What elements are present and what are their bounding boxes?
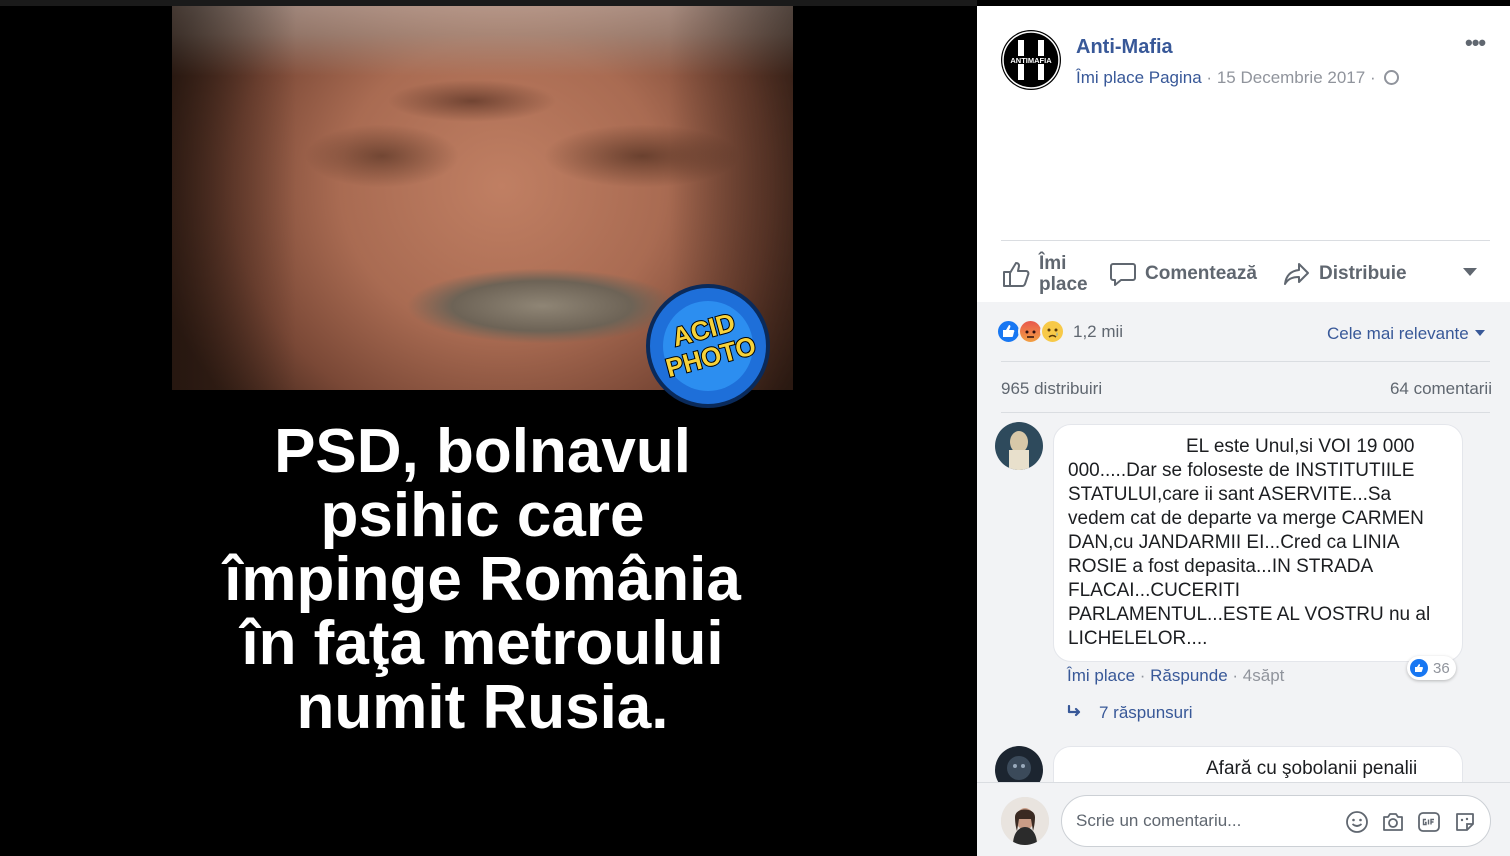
comment-composer — [977, 782, 1510, 856]
comment-reply-link[interactable]: Răspunde — [1150, 666, 1228, 685]
like-button[interactable]: Îmi place — [1001, 246, 1099, 301]
comment-text: Afară cu şobolanii penalii — [1206, 758, 1418, 779]
sort-chevron-icon — [1474, 330, 1485, 336]
view-replies-link[interactable]: 7 răspunsuri — [1067, 703, 1193, 723]
comment-icon — [1110, 262, 1136, 286]
like-reaction-icon — [1410, 659, 1428, 677]
share-count[interactable]: 965 distribuiri — [1001, 379, 1102, 399]
meta-separator: · — [1206, 68, 1213, 87]
comment-label: Comentează — [1145, 262, 1257, 284]
share-label: Distribuie — [1319, 262, 1407, 284]
caption-line: psihic care — [320, 481, 645, 550]
user-avatar[interactable] — [1001, 797, 1049, 845]
comment-sort-selector[interactable]: Cele mai relevante — [1327, 324, 1485, 344]
reply-arrow-icon — [1067, 704, 1081, 717]
divider — [1001, 361, 1490, 362]
comment-count[interactable]: 64 comentarii — [1390, 379, 1492, 399]
chevron-down-icon[interactable] — [1463, 268, 1477, 276]
caption-line: PSD, bolnavul — [274, 417, 691, 486]
caption-line: numit Rusia. — [296, 673, 669, 742]
replies-label: 7 răspunsuri — [1099, 703, 1193, 722]
post-panel: ANTIMAFIA Anti-Mafia Îmi place Pagina · … — [977, 6, 1510, 856]
thumbs-up-icon — [1003, 261, 1030, 287]
page-avatar[interactable]: ANTIMAFIA — [1001, 30, 1061, 90]
more-options-icon[interactable]: ••• — [1465, 32, 1486, 54]
divider — [1001, 412, 1490, 413]
avatar-photo — [1001, 797, 1049, 845]
comment-input-box[interactable] — [1061, 795, 1491, 847]
media-viewer[interactable]: ACID PHOTO PSD, bolnavul psihic care împ… — [0, 0, 977, 856]
like-page-link[interactable]: Îmi place Pagina — [1076, 68, 1202, 87]
caption-line: în faţa metroului — [241, 609, 724, 678]
comment-input[interactable] — [1076, 796, 1326, 846]
meta-separator: · — [1369, 68, 1376, 87]
acid-photo-watermark: ACID PHOTO — [646, 284, 770, 408]
post-date[interactable]: 15 Decembrie 2017 — [1217, 68, 1365, 87]
post-meta: Îmi place Pagina · 15 Decembrie 2017 · — [1076, 68, 1400, 88]
comment-time[interactable]: 4săpt — [1243, 666, 1285, 685]
caption-line: împinge România — [224, 545, 741, 614]
image-caption: PSD, bolnavul psihic care împinge Români… — [172, 420, 793, 740]
comment-text: EL este Unul,si VOI 19 000 000.....Dar s… — [1068, 436, 1431, 649]
sad-reaction-icon — [1040, 319, 1065, 344]
logo-text: ANTIMAFIA — [1010, 56, 1052, 65]
comment-bubble: EL este Unul,si VOI 19 000 000.....Dar s… — [1053, 424, 1463, 662]
comment-like-count: 36 — [1433, 659, 1450, 677]
commenter-avatar[interactable] — [995, 422, 1043, 470]
share-button[interactable]: Distribuie — [1283, 246, 1407, 301]
comment-reaction-count[interactable]: 36 — [1407, 656, 1456, 680]
page-name[interactable]: Anti-Mafia — [1076, 36, 1173, 59]
emoji-icon[interactable] — [1345, 810, 1369, 834]
sticker-icon[interactable] — [1453, 810, 1477, 834]
reaction-count[interactable]: 1,2 mii — [1073, 322, 1123, 342]
like-label: Îmi place — [1039, 252, 1088, 295]
post-actions: Îmi place Comentează Distribuie — [1001, 246, 1490, 301]
comment-like-link[interactable]: Îmi place — [1067, 666, 1135, 685]
divider — [1001, 240, 1490, 241]
sort-label: Cele mai relevante — [1327, 324, 1469, 343]
globe-icon[interactable] — [1384, 70, 1400, 85]
antimafia-logo-icon: ANTIMAFIA — [1002, 31, 1060, 89]
avatar-photo — [995, 422, 1043, 470]
photo-viewer: ACID PHOTO PSD, bolnavul psihic care împ… — [0, 0, 1510, 856]
share-icon — [1284, 262, 1309, 285]
gif-icon[interactable] — [1417, 810, 1441, 834]
camera-icon[interactable] — [1381, 810, 1405, 834]
comment-button[interactable]: Comentează — [1109, 246, 1257, 301]
comment-actions: Îmi place · Răspunde · 4săpt — [1067, 666, 1285, 685]
